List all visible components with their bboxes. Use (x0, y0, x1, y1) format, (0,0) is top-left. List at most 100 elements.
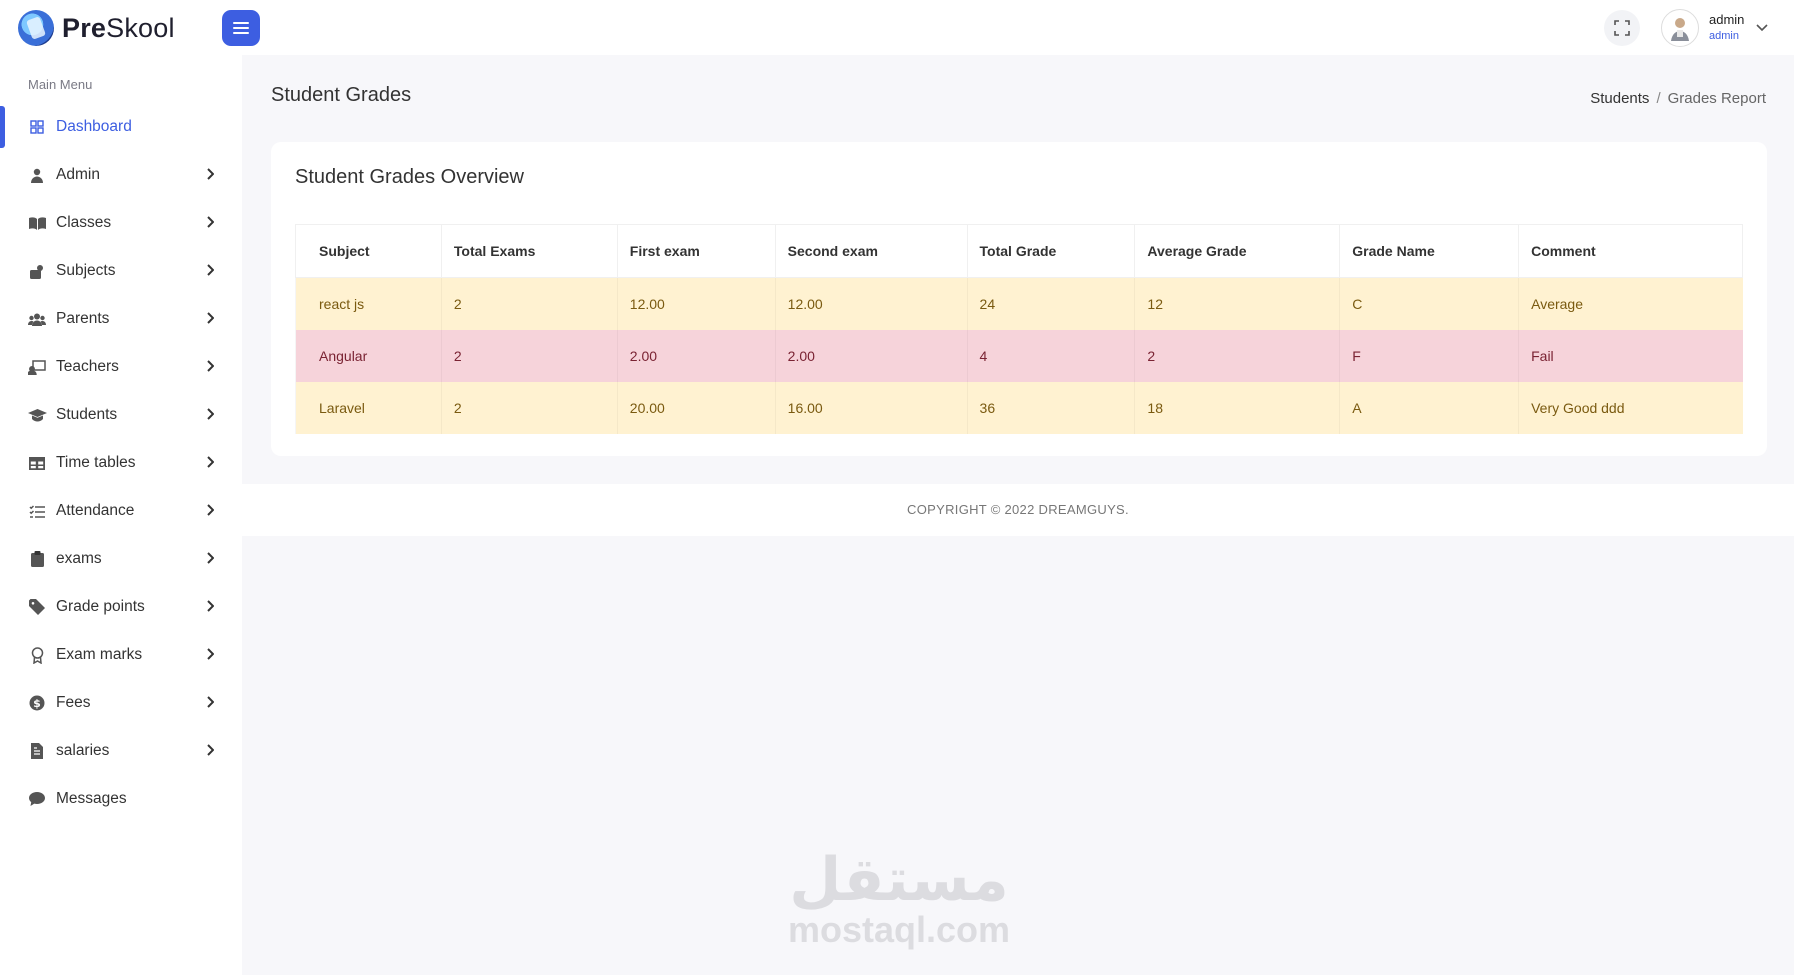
sidebar-item-students[interactable]: Students (0, 391, 242, 439)
user-role: admin (1709, 30, 1739, 42)
comment-icon (27, 792, 47, 806)
table-cell: Very Good ddd (1518, 382, 1743, 434)
briefcase-icon (27, 264, 47, 279)
column-header[interactable]: Subject (295, 224, 442, 278)
table-cell: Average (1518, 277, 1743, 330)
table-row: Laravel 2 20.00 16.00 36 18 A Very Good … (295, 382, 1743, 434)
sidebar-item-label: Messages (56, 790, 127, 807)
sidebar-toggle-button[interactable] (222, 10, 260, 46)
column-header[interactable]: Comment (1518, 224, 1743, 278)
chevron-down-icon (1756, 24, 1768, 32)
chevron-right-icon (207, 216, 214, 228)
card-title: Student Grades Overview (295, 166, 524, 188)
column-header[interactable]: Total Exams (440, 224, 618, 278)
sidebar-item-label: Parents (56, 310, 110, 327)
sidebar-item-label: Admin (56, 166, 100, 183)
table-icon (27, 456, 47, 470)
table-cell: 2 (440, 330, 618, 382)
money-icon: $ (27, 695, 47, 711)
avatar (1661, 9, 1699, 47)
clipboard-icon (27, 551, 47, 567)
file-invoice-icon (27, 743, 47, 759)
table-cell: 2 (1134, 330, 1340, 382)
column-header[interactable]: Total Grade (966, 224, 1136, 278)
sidebar-item-label: salaries (56, 742, 110, 759)
sidebar-item-teachers[interactable]: Teachers (0, 343, 242, 391)
table-cell: Laravel (295, 382, 442, 434)
table-cell: 12.00 (616, 277, 776, 330)
chevron-right-icon (207, 456, 214, 468)
table-cell: 18 (1134, 382, 1340, 434)
list-check-icon (27, 504, 47, 518)
table-cell: 2 (440, 382, 618, 434)
sidebar-item-label: Fees (56, 694, 91, 711)
table-cell: 20.00 (616, 382, 776, 434)
grades-card: Student Grades Overview Subject Total Ex… (271, 142, 1767, 456)
sidebar-item-salaries[interactable]: salaries (0, 727, 242, 775)
table-cell: A (1339, 382, 1519, 434)
table-cell: 2 (440, 277, 618, 330)
column-header[interactable]: First exam (616, 224, 776, 278)
table-cell: 2.00 (616, 330, 776, 382)
table-cell: 16.00 (774, 382, 968, 434)
hamburger-icon (233, 22, 249, 34)
sidebar-item-label: Exam marks (56, 646, 143, 663)
chevron-right-icon (207, 552, 214, 564)
breadcrumb-parent-link[interactable]: Students (1590, 90, 1649, 107)
column-header[interactable]: Average Grade (1134, 224, 1341, 278)
column-header[interactable]: Second exam (774, 224, 968, 278)
sidebar-item-exams[interactable]: exams (0, 535, 242, 583)
sidebar-item-label: Time tables (56, 454, 136, 471)
chevron-right-icon (207, 408, 214, 420)
sidebar-item-messages[interactable]: Messages (0, 775, 242, 823)
watermark: مستقل mostaql.com (788, 850, 1010, 950)
sidebar: Main Menu Dashboard Admin Classes Subjec… (0, 55, 242, 975)
chevron-right-icon (207, 264, 214, 276)
sidebar-item-admin[interactable]: Admin (0, 151, 242, 199)
table-cell: 2.00 (774, 330, 968, 382)
tag-icon (27, 599, 47, 615)
user-menu[interactable]: admin admin (1661, 9, 1768, 47)
sidebar-item-subjects[interactable]: Subjects (0, 247, 242, 295)
logo[interactable]: PreSkool (18, 10, 175, 46)
table-cell: react js (295, 277, 442, 330)
table-cell: 24 (966, 277, 1135, 330)
sidebar-item-fees[interactable]: $ Fees (0, 679, 242, 727)
sidebar-item-classes[interactable]: Classes (0, 199, 242, 247)
table-cell: C (1339, 277, 1519, 330)
watermark-latin: mostaql.com (788, 909, 1011, 950)
user-name: admin (1709, 12, 1745, 27)
chevron-right-icon (207, 168, 214, 180)
sidebar-item-label: Grade points (56, 598, 145, 615)
sidebar-item-exam-marks[interactable]: Exam marks (0, 631, 242, 679)
table-cell: Angular (295, 330, 442, 382)
table-cell: 12 (1134, 277, 1340, 330)
sidebar-item-label: Classes (56, 214, 112, 231)
watermark-arabic: مستقل (789, 845, 1009, 915)
chevron-right-icon (207, 312, 214, 324)
sidebar-item-label: Attendance (56, 502, 135, 519)
sidebar-title: Main Menu (28, 77, 93, 92)
users-icon (27, 313, 47, 326)
breadcrumb-current: Grades Report (1667, 90, 1766, 107)
table-cell: Fail (1518, 330, 1743, 382)
sidebar-item-grade-points[interactable]: Grade points (0, 583, 242, 631)
fullscreen-button[interactable] (1604, 10, 1640, 46)
table-cell: 12.00 (774, 277, 968, 330)
logo-icon (18, 10, 54, 46)
book-open-icon (27, 216, 47, 230)
table-row: react js 2 12.00 12.00 24 12 C Average (295, 277, 1743, 330)
chevron-right-icon (207, 696, 214, 708)
sidebar-item-parents[interactable]: Parents (0, 295, 242, 343)
table-row: Angular 2 2.00 2.00 4 2 F Fail (295, 330, 1743, 382)
chevron-right-icon (207, 504, 214, 516)
grades-table: Subject Total Exams First exam Second ex… (295, 224, 1743, 434)
sidebar-item-attendance[interactable]: Attendance (0, 487, 242, 535)
sidebar-item-dashboard[interactable]: Dashboard (0, 103, 242, 151)
footer-copyright: COPYRIGHT © 2022 DREAMGUYS. (242, 484, 1794, 536)
sidebar-item-label: Subjects (56, 262, 116, 279)
column-header[interactable]: Grade Name (1339, 224, 1520, 278)
sidebar-item-time-tables[interactable]: Time tables (0, 439, 242, 487)
breadcrumb: Students / Grades Report (1590, 90, 1766, 107)
logo-text: PreSkool (62, 12, 175, 43)
